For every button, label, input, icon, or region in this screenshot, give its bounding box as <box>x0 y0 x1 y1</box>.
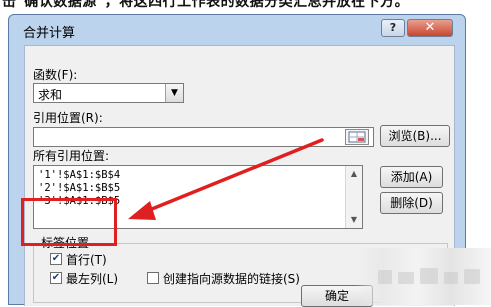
watermark-blur <box>356 248 491 305</box>
